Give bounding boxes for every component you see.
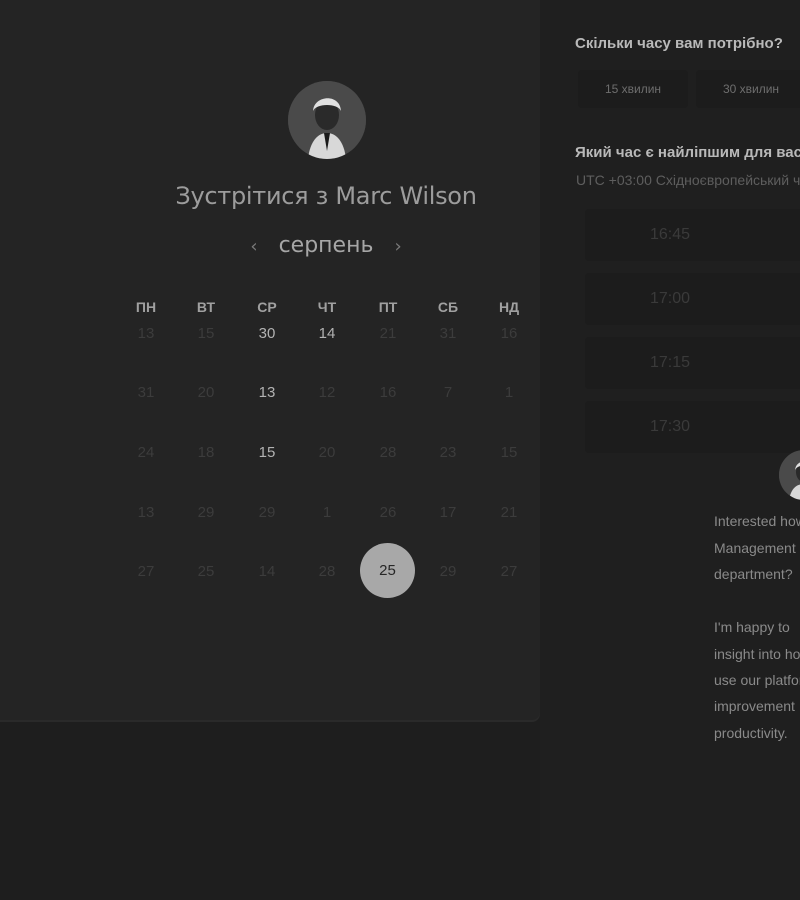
scheduler-card: Зустрітися з Marc Wilson ‹ серпень › ПН …: [0, 0, 540, 720]
calendar-day: 29: [258, 504, 276, 521]
message-line: I'm happy to: [714, 619, 790, 635]
message-line: insight into how: [714, 646, 800, 662]
calendar-day: 18: [197, 444, 215, 461]
booking-panel: Скільки часу вам потрібно? 15 хвилин 30 …: [540, 0, 800, 900]
message-line: improvement: [714, 698, 795, 714]
calendar-day: 28: [318, 563, 336, 580]
calendar-day: 28: [379, 444, 397, 461]
weekday-label: ПН: [135, 299, 157, 315]
calendar-day-available[interactable]: 13: [247, 381, 287, 405]
calendar-day: 16: [379, 384, 397, 401]
calendar-day-selected[interactable]: 25: [360, 543, 415, 598]
calendar-day: 31: [137, 384, 155, 401]
timezone-label[interactable]: UTC +03:00 Східноєвропейський час: [576, 172, 800, 188]
time-slot[interactable]: 17:15: [585, 337, 800, 389]
time-heading: Який час є найліпшим для вас?: [575, 144, 800, 161]
time-slot[interactable]: 17:00: [585, 273, 800, 325]
duration-option-15[interactable]: 15 хвилин: [578, 70, 688, 108]
time-slot[interactable]: 16:45: [585, 209, 800, 261]
calendar-day: 1: [322, 504, 332, 521]
calendar-day: 7: [443, 384, 453, 401]
duration-option-30[interactable]: 30 хвилин: [696, 70, 800, 108]
weekday-label: СР: [257, 299, 277, 315]
calendar-day: 29: [439, 563, 457, 580]
calendar-day: 1: [504, 384, 514, 401]
weekday-label: СБ: [437, 299, 459, 315]
calendar-day: 17: [439, 504, 457, 521]
calendar-day: 15: [197, 325, 215, 342]
message-line: department?: [714, 566, 793, 582]
message-line: Interested how: [714, 513, 800, 529]
calendar-day: 20: [197, 384, 215, 401]
calendar-day: 31: [439, 325, 457, 342]
month-label: серпень: [278, 233, 374, 258]
calendar-day: 12: [318, 384, 336, 401]
calendar-day-available[interactable]: 15: [247, 441, 287, 465]
calendar-day-available[interactable]: 14: [307, 322, 347, 346]
calendar-day: 29: [197, 504, 215, 521]
weekday-label: НД: [498, 299, 520, 315]
calendar-day: 15: [500, 444, 518, 461]
calendar-day-available[interactable]: 30: [247, 322, 287, 346]
calendar-day: 27: [500, 563, 518, 580]
calendar-day: 20: [318, 444, 336, 461]
weekday-label: ВТ: [196, 299, 216, 315]
prev-month-button[interactable]: ‹: [236, 236, 271, 257]
next-month-button[interactable]: ›: [380, 236, 415, 257]
weekday-label: ПТ: [378, 299, 398, 315]
calendar-day: 14: [258, 563, 276, 580]
host-avatar: [288, 81, 366, 159]
chat-avatar: [779, 450, 800, 500]
time-slot[interactable]: 17:30: [585, 401, 800, 453]
calendar-day: 21: [379, 325, 397, 342]
person-photo-icon: [288, 81, 366, 159]
message-line: productivity.: [714, 725, 788, 741]
message-line: use our platform: [714, 672, 800, 688]
calendar-day: 24: [137, 444, 155, 461]
calendar-day: 27: [137, 563, 155, 580]
calendar-day: 13: [137, 325, 155, 342]
message-line: Management: [714, 540, 796, 556]
calendar-day: 21: [500, 504, 518, 521]
duration-heading: Скільки часу вам потрібно?: [575, 35, 783, 52]
calendar-day: 25: [197, 563, 215, 580]
calendar-day: 13: [137, 504, 155, 521]
person-photo-icon: [779, 450, 800, 500]
weekday-label: ЧТ: [317, 299, 337, 315]
calendar-day: 16: [500, 325, 518, 342]
calendar-day: 23: [439, 444, 457, 461]
calendar-day: 26: [379, 504, 397, 521]
